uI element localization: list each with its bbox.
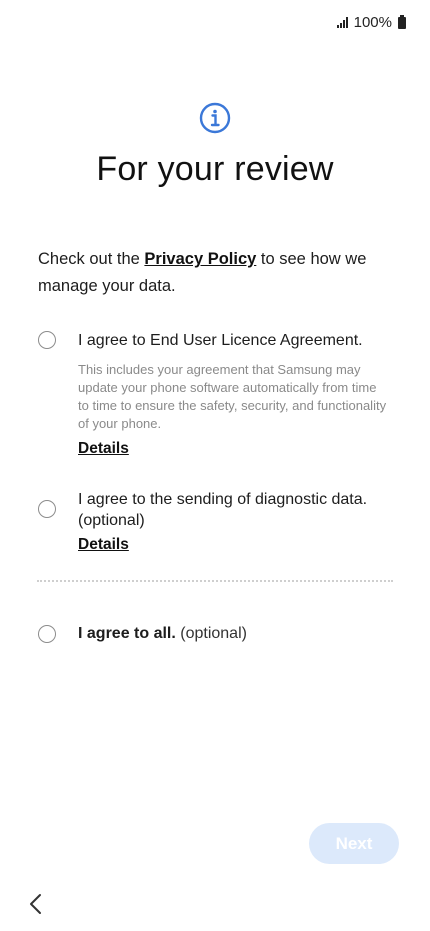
privacy-policy-link[interactable]: Privacy Policy bbox=[144, 250, 256, 268]
agree-all-label[interactable]: I agree to all. (optional) bbox=[78, 623, 388, 644]
eula-radio[interactable] bbox=[38, 331, 56, 349]
eula-label[interactable]: I agree to End User Licence Agreement. bbox=[78, 330, 388, 351]
agree-all-radio[interactable] bbox=[38, 625, 56, 643]
info-icon bbox=[199, 102, 231, 134]
next-button[interactable]: Next bbox=[309, 823, 399, 864]
divider bbox=[37, 580, 393, 582]
status-bar: 100% bbox=[336, 14, 406, 31]
intro-text-before: Check out the bbox=[38, 250, 145, 268]
agree-all-suffix: (optional) bbox=[175, 625, 247, 642]
eula-description: This includes your agreement that Samsun… bbox=[78, 362, 387, 431]
diagnostic-details-link[interactable]: Details bbox=[78, 536, 129, 554]
eula-details-link[interactable]: Details bbox=[78, 440, 129, 458]
battery-icon bbox=[398, 14, 406, 29]
page-title: For your review bbox=[96, 150, 334, 188]
diagnostic-label[interactable]: I agree to the sending of diagnostic dat… bbox=[78, 489, 388, 531]
signal-icon bbox=[336, 17, 348, 28]
intro-text: Check out the Privacy Policy to see how … bbox=[38, 246, 378, 300]
diagnostic-radio[interactable] bbox=[38, 500, 56, 518]
agree-all-bold: I agree to all. bbox=[78, 625, 176, 642]
battery-percentage: 100% bbox=[353, 14, 392, 31]
chevron-left-icon[interactable] bbox=[26, 893, 46, 915]
